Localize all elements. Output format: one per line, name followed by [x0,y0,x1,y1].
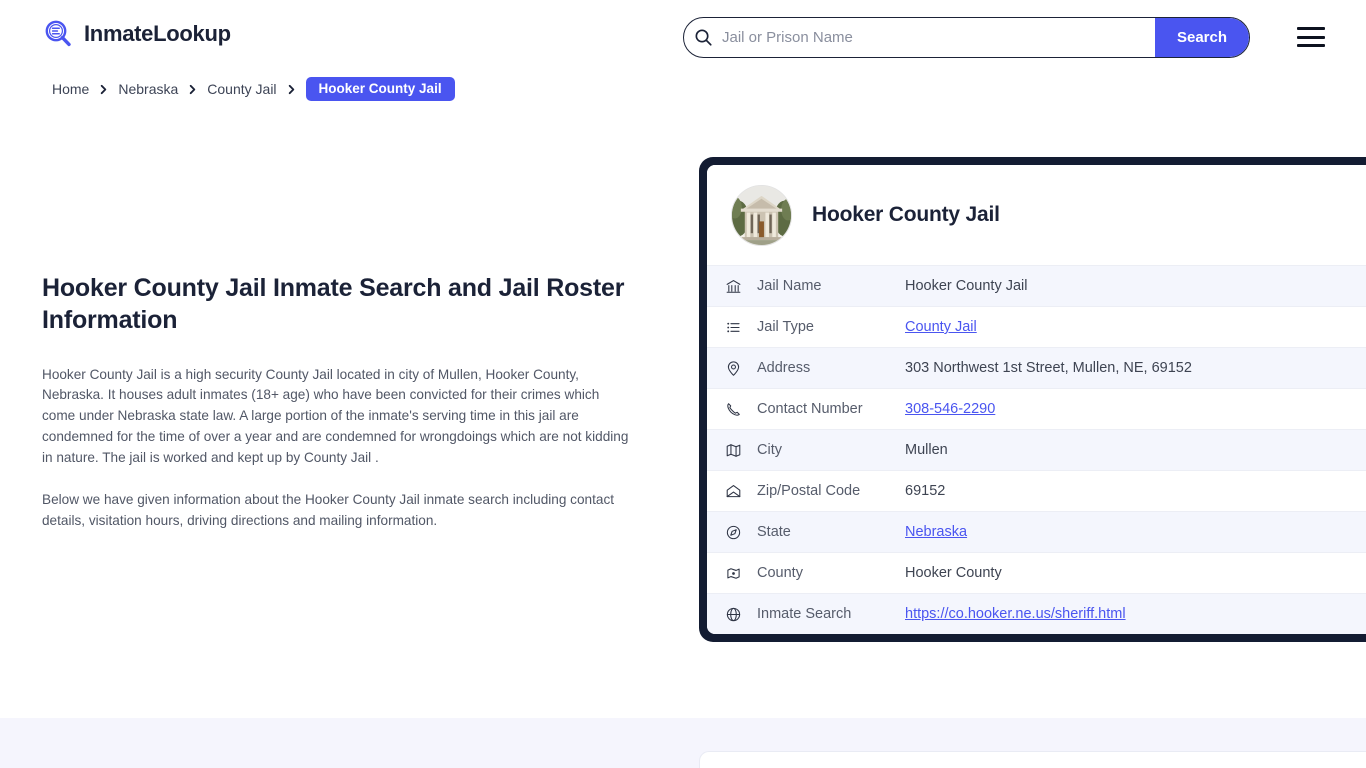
row-label: State [757,524,791,540]
row-label: Address [757,360,811,376]
chevron-right-icon [286,84,297,95]
hamburger-menu-icon[interactable] [1297,26,1327,48]
map-pin-icon [725,360,757,377]
list-icon [725,319,757,336]
search-button[interactable]: Search [1155,18,1249,57]
breadcrumb-item-county-jail[interactable]: County Jail [207,81,276,97]
map-icon [725,442,757,459]
article-column: Hooker County Jail Inmate Search and Jai… [42,272,642,554]
magnifier-list-icon [42,18,74,50]
jail-info-card: Hooker County Jail Jail Name Hooker Coun… [699,157,1366,642]
table-row: Address 303 Northwest 1st Street, Mullen… [707,347,1366,388]
row-value: Hooker County Jail [905,278,1028,294]
jail-info-card-title: Hooker County Jail [812,203,1000,226]
row-label: Contact Number [757,401,863,417]
row-value: 69152 [905,483,946,499]
table-row: State Nebraska [707,511,1366,552]
envelope-icon [725,483,757,500]
row-value: Mullen [905,442,948,458]
row-label: City [757,442,782,458]
jail-type-link[interactable]: County Jail [905,319,977,335]
contact-number-link[interactable]: 308-546-2290 [905,401,995,417]
table-row: Zip/Postal Code 69152 [707,470,1366,511]
jail-info-card-header: Hooker County Jail [707,165,1366,265]
table-row: County Hooker County [707,552,1366,593]
page-title: Hooker County Jail Inmate Search and Jai… [42,274,625,335]
search-icon [684,28,722,47]
bank-building-icon [725,278,757,295]
state-link[interactable]: Nebraska [905,524,967,540]
row-label: County [757,565,803,581]
table-row: Jail Type County Jail [707,306,1366,347]
breadcrumb-item-home[interactable]: Home [52,81,89,97]
compass-icon [725,524,757,541]
courthouse-photo [731,184,792,246]
row-label: Jail Name [757,278,822,294]
hamburger-bar [1297,44,1325,47]
breadcrumb-item-nebraska[interactable]: Nebraska [118,81,178,97]
row-value: Hooker County [905,565,1002,581]
row-value: 303 Northwest 1st Street, Mullen, NE, 69… [905,360,1192,376]
inmate-search-link[interactable]: https://co.hooker.ne.us/sheriff.html [905,606,1126,622]
phone-icon [725,401,757,418]
secondary-paragraph: Below we have given information about th… [42,492,615,529]
search-bar: Search [683,17,1250,58]
row-label: Zip/Postal Code [757,483,861,499]
hamburger-bar [1297,35,1325,39]
site-header: InmateLookup Search [0,0,1366,72]
globe-icon [725,606,757,623]
next-section-card-top [699,751,1366,768]
jail-info-card-inner: Hooker County Jail Jail Name Hooker Coun… [707,165,1366,634]
hamburger-bar [1297,27,1325,30]
table-row: Contact Number 308-546-2290 [707,388,1366,429]
intro-paragraph: Hooker County Jail is a high security Co… [42,366,629,465]
table-row: Inmate Search https://co.hooker.ne.us/sh… [707,593,1366,634]
breadcrumb: Home Nebraska County Jail Hooker County … [52,77,455,101]
brand-logo-link[interactable]: InmateLookup [42,18,231,50]
row-label: Inmate Search [757,606,852,622]
breadcrumb-item-current: Hooker County Jail [305,77,455,101]
page-root: InmateLookup Search Home Nebraska [0,0,1366,768]
brand-name: InmateLookup [84,21,231,46]
table-row: City Mullen [707,429,1366,470]
table-row: Jail Name Hooker County Jail [707,265,1366,306]
county-map-icon [725,565,757,582]
row-label: Jail Type [757,319,814,335]
chevron-right-icon [187,84,198,95]
chevron-right-icon [98,84,109,95]
search-input[interactable] [722,18,1155,57]
